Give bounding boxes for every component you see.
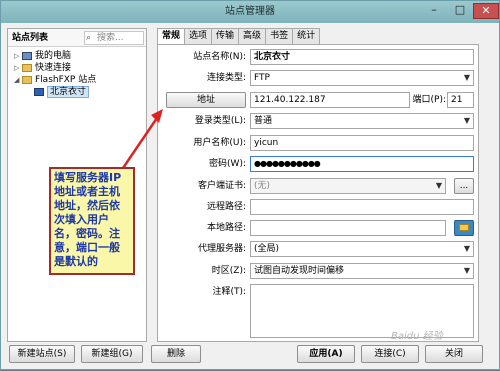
site-icon [34, 87, 44, 96]
username-label: 用户名称(U): [193, 138, 246, 148]
address-button[interactable]: 地址 [166, 92, 246, 108]
chevron-down-icon: ▼ [463, 116, 470, 125]
remote-path-label: 远程路径: [206, 202, 246, 212]
apply-button[interactable]: 应用(A) [297, 345, 355, 363]
port-input[interactable]: 21 [447, 92, 474, 108]
connect-button[interactable]: 连接(C) [361, 345, 419, 363]
password-input[interactable]: ●●●●●●●●●●● [250, 156, 474, 172]
chevron-down-icon: ▼ [463, 244, 470, 253]
site-name-label: 站点名称(N): [193, 52, 246, 62]
close-button[interactable]: 关闭 [425, 345, 483, 363]
browse-cert-button[interactable]: ... [454, 178, 474, 194]
tree-item-label: 北京衣寸 [47, 86, 90, 98]
site-list-header: 站点列表 ⌕ 搜索... [8, 29, 146, 47]
settings-tabs: 常规 选项 传输 高级 书签 统计 [157, 28, 321, 45]
tree-item-label: 我的电脑 [35, 51, 72, 61]
chevron-down-icon: ▼ [463, 266, 470, 275]
client-cert-value: (无) [254, 181, 271, 191]
tab-transfer[interactable]: 传输 [211, 28, 240, 44]
folder-icon [22, 63, 32, 72]
username-input[interactable]: yicun [250, 135, 474, 151]
login-type-value: 普通 [254, 116, 273, 126]
chevron-down-icon: ▼ [463, 73, 470, 82]
minimize-button[interactable]: – [421, 3, 447, 19]
tree-item-quick-connect[interactable]: ▷ 快速连接 [14, 62, 146, 74]
tab-options[interactable]: 选项 [184, 28, 213, 44]
chevron-down-icon: ▼ [435, 181, 442, 190]
timezone-value: 试图自动发现时间偏移 [254, 266, 345, 276]
tree-item-my-computer[interactable]: ▷ 我的电脑 [14, 50, 146, 62]
watermark: Baidu 经验 [391, 331, 443, 342]
password-label: 密码(W): [209, 159, 246, 169]
tab-general[interactable]: 常规 [157, 28, 186, 45]
tree-item-label: FlashFXP 站点 [35, 75, 97, 85]
remote-path-input[interactable] [250, 199, 474, 215]
new-site-button[interactable]: 新建站点(S) [9, 345, 75, 363]
login-type-label: 登录类型(L): [194, 116, 246, 126]
tab-statistics[interactable]: 统计 [292, 28, 321, 44]
instruction-callout: 填写服务器IP地址或者主机地址，然后依次填入用户名，密码。注意，端口一般是默认的 [49, 167, 135, 275]
folder-browse-button[interactable] [454, 220, 474, 236]
connection-type-select[interactable]: FTP ▼ [250, 70, 474, 86]
close-window-button[interactable]: ✕ [473, 3, 499, 19]
search-icon: ⌕ [86, 33, 92, 43]
site-manager-window: 站点管理器 – □ ✕ 站点列表 ⌕ 搜索... ▷ 我的电脑 ▷ 快速连接 ◢ Fl… [0, 0, 500, 370]
general-settings-panel: 站点名称(N): 北京衣寸 连接类型: FTP ▼ 地址 121.40.122.… [157, 44, 479, 342]
expand-icon[interactable]: ▷ [14, 50, 22, 62]
timezone-label: 时区(Z): [211, 266, 246, 276]
client-cert-select[interactable]: (无) ▼ [250, 178, 446, 194]
port-label: 端口(P): [412, 95, 446, 105]
tab-bookmarks[interactable]: 书签 [265, 28, 294, 44]
connection-type-label: 连接类型: [206, 73, 246, 83]
local-path-input[interactable] [250, 220, 446, 236]
folder-icon [22, 75, 32, 84]
timezone-select[interactable]: 试图自动发现时间偏移 ▼ [250, 263, 474, 279]
window-title: 站点管理器 [225, 6, 275, 17]
proxy-select[interactable]: (全局) ▼ [250, 241, 474, 257]
collapse-icon[interactable]: ◢ [14, 74, 22, 86]
title-bar: 站点管理器 – □ ✕ [1, 1, 499, 23]
notes-label: 注释(T): [212, 287, 246, 297]
local-path-label: 本地路径: [206, 223, 246, 233]
site-search-input[interactable]: ⌕ 搜索... [84, 31, 144, 45]
computer-icon [22, 51, 32, 60]
client-cert-label: 客户端证书: [197, 181, 246, 191]
login-type-select[interactable]: 普通 ▼ [250, 113, 474, 129]
connection-type-value: FTP [254, 73, 270, 83]
search-placeholder: 搜索... [97, 33, 124, 43]
delete-button[interactable]: 删除 [151, 345, 201, 363]
site-name-input[interactable]: 北京衣寸 [250, 49, 474, 65]
folder-icon [459, 224, 469, 231]
maximize-button[interactable]: □ [447, 3, 473, 19]
proxy-label: 代理服务器: [197, 244, 246, 254]
tree-item-flashfxp-sites[interactable]: ◢ FlashFXP 站点 [14, 74, 146, 86]
tree-item-label: 快速连接 [35, 63, 72, 73]
proxy-value: (全局) [254, 244, 280, 254]
site-tree: ▷ 我的电脑 ▷ 快速连接 ◢ FlashFXP 站点 北京衣寸 [8, 47, 146, 98]
tree-item-beijing-yicun[interactable]: 北京衣寸 [14, 86, 146, 98]
expand-icon[interactable]: ▷ [14, 62, 22, 74]
address-input[interactable]: 121.40.122.187 [250, 92, 410, 108]
tab-advanced[interactable]: 高级 [238, 28, 267, 44]
site-list-title: 站点列表 [12, 33, 49, 43]
new-group-button[interactable]: 新建组(G) [81, 345, 143, 363]
